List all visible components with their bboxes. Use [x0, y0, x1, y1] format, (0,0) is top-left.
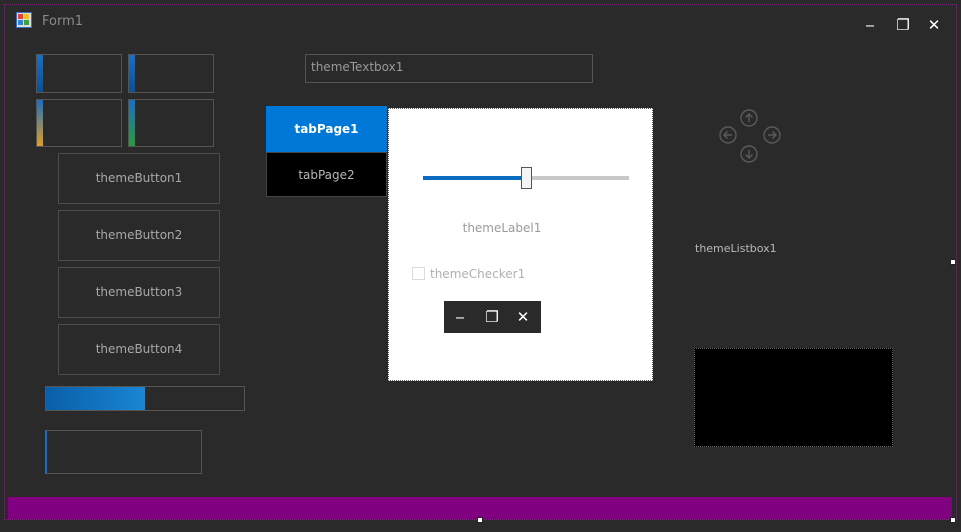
theme-label: themeLabel1 — [462, 221, 542, 235]
theme-button-2[interactable]: themeButton2 — [58, 210, 220, 261]
theme-input-box[interactable] — [45, 430, 202, 474]
tile-accent-bar — [37, 55, 43, 92]
theme-button-3[interactable]: themeButton3 — [58, 267, 220, 318]
arrow-pad — [717, 107, 785, 165]
restore-icon[interactable]: ❐ — [893, 15, 913, 35]
close-icon[interactable]: ✕ — [924, 15, 944, 35]
theme-tile-3[interactable] — [36, 99, 122, 147]
theme-button-4[interactable]: themeButton4 — [58, 324, 220, 375]
theme-tile-1[interactable] — [36, 54, 122, 93]
mini-close-icon[interactable]: ✕ — [513, 307, 533, 327]
resize-handle-bottom[interactable] — [477, 517, 483, 523]
mini-minimize-icon[interactable]: ‒ — [450, 307, 470, 327]
tab-page-1[interactable]: tabPage1 — [266, 106, 387, 152]
progress-fill — [46, 387, 145, 410]
minimize-icon[interactable]: ‒ — [860, 15, 880, 35]
checkbox-label[interactable]: themeChecker1 — [430, 267, 525, 281]
status-bar — [8, 497, 952, 519]
slider-fill — [423, 176, 526, 180]
resize-handle-corner[interactable] — [950, 517, 956, 523]
theme-listbox[interactable] — [694, 348, 893, 447]
theme-button-1[interactable]: themeButton1 — [58, 153, 220, 204]
tile-accent-bar — [129, 100, 135, 146]
arrow-left-icon[interactable] — [719, 126, 737, 144]
theme-progress-bar — [45, 386, 245, 411]
mini-restore-icon[interactable]: ❐ — [482, 307, 502, 327]
arrow-down-icon[interactable] — [740, 145, 758, 163]
arrow-up-icon[interactable] — [740, 109, 758, 127]
tab-page-2[interactable]: tabPage2 — [266, 152, 387, 197]
theme-tile-2[interactable] — [128, 54, 214, 93]
tile-accent-bar — [129, 55, 135, 92]
mini-control-box: ‒ ❐ ✕ — [444, 301, 541, 333]
checkbox-box[interactable] — [412, 267, 425, 280]
theme-textbox[interactable]: themeTextbox1 — [305, 54, 593, 83]
form-icon — [16, 12, 32, 28]
slider-thumb[interactable] — [521, 167, 532, 189]
arrow-right-icon[interactable] — [763, 126, 781, 144]
tile-accent-bar — [37, 100, 43, 146]
tab-page-panel: themeLabel1 themeChecker1 ‒ ❐ ✕ — [388, 108, 653, 381]
window-title: Form1 — [42, 14, 84, 29]
listbox-label: themeListbox1 — [695, 242, 777, 255]
resize-handle-right[interactable] — [950, 259, 956, 265]
theme-tile-4[interactable] — [128, 99, 214, 147]
